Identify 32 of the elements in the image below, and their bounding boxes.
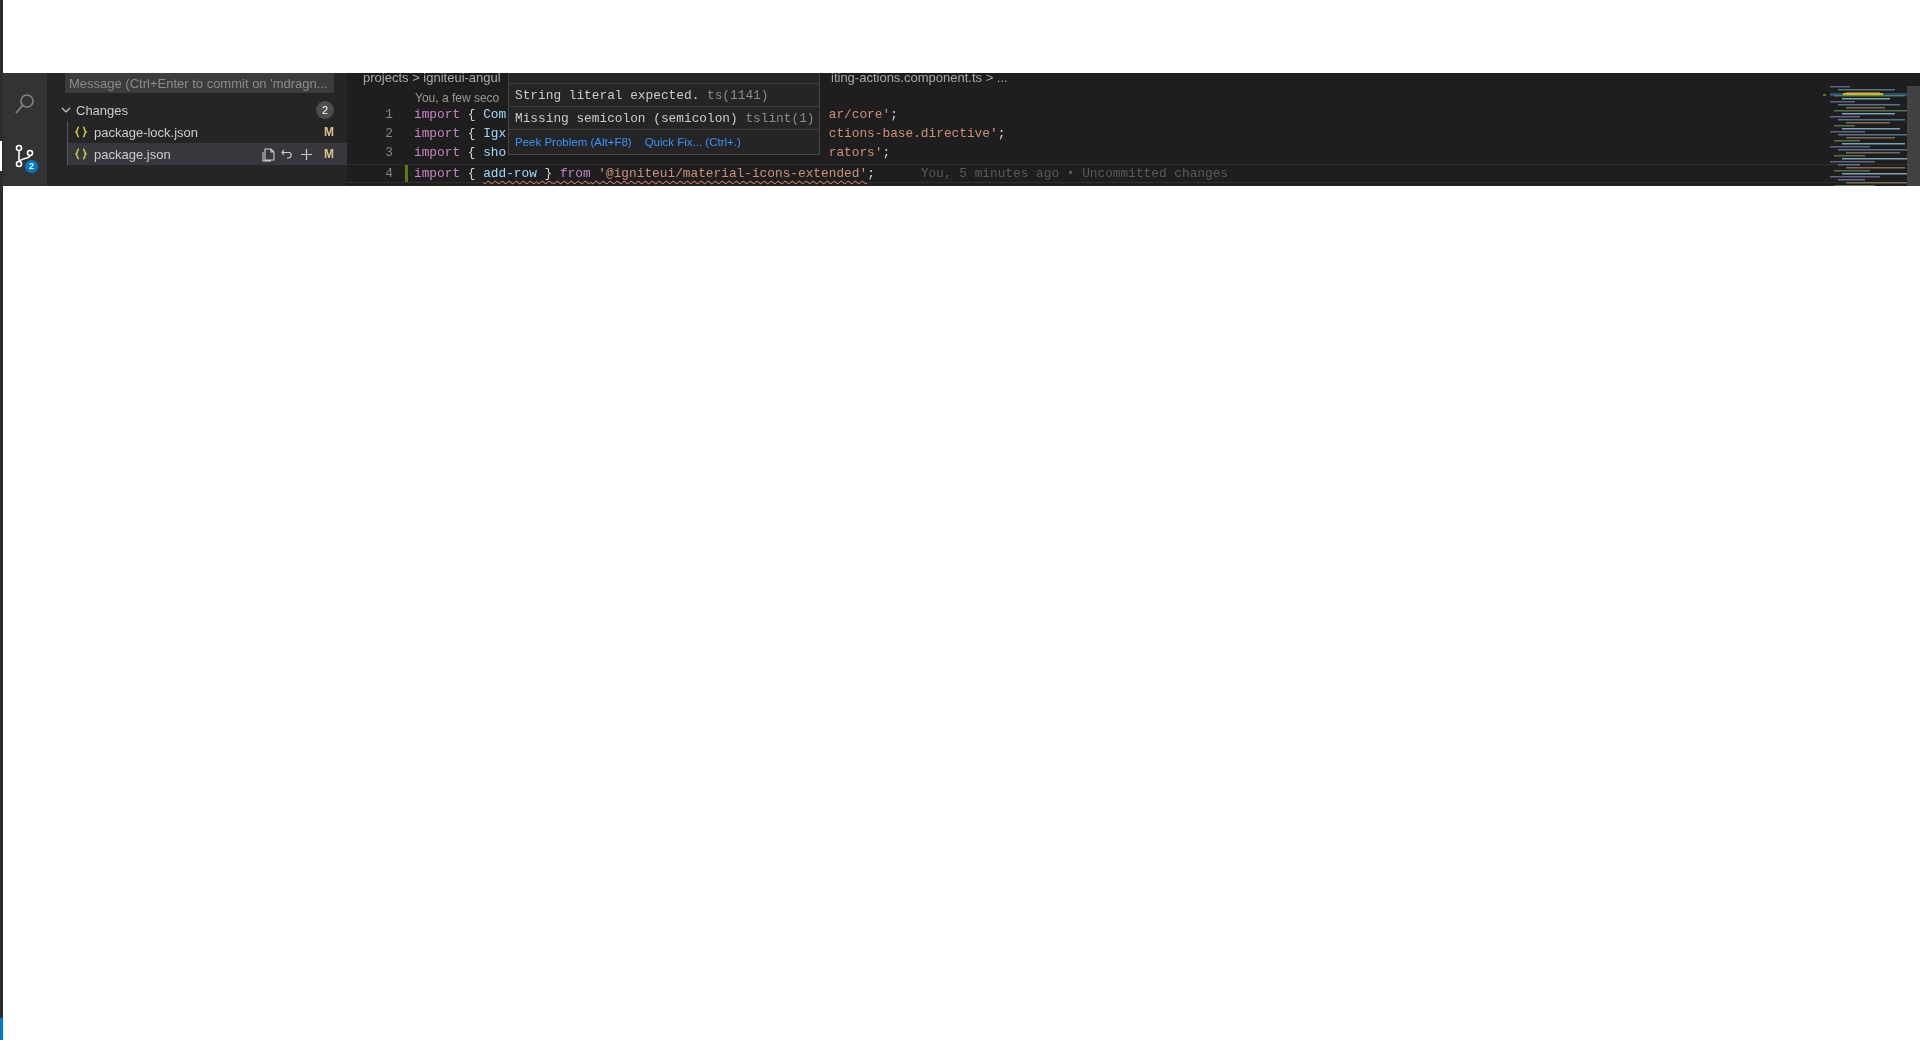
action-link[interactable]: Quick Fix... (Ctrl+.)	[644, 136, 741, 148]
open-file-icon[interactable]	[261, 146, 276, 162]
status-bar-edge	[0, 1018, 3, 1040]
action-link[interactable]: Peek Problem (Alt+F8)	[515, 136, 632, 148]
line-number: 3	[384, 145, 394, 162]
code-line: import { Igx	[414, 126, 507, 143]
section-title[interactable]: Changes	[76, 102, 316, 118]
count-badge: 2	[25, 160, 38, 173]
line-number: 2	[384, 126, 394, 143]
line-number: 1	[384, 107, 394, 124]
code-line: import { sho	[414, 145, 507, 162]
search-icon	[12, 92, 37, 116]
file-name: package.json	[94, 146, 172, 162]
commit-message-field[interactable]: Message (Ctrl+Enter to commit on 'mdragn...	[65, 73, 334, 93]
blame-annotation: You, 5 minutes ago • Uncommitted changes	[920, 165, 1229, 182]
problem-message: String literal expected. ts(1141)	[515, 88, 769, 103]
code-line: import { Com	[414, 107, 507, 124]
count-badge: 2	[316, 101, 334, 119]
json-file-icon	[75, 148, 87, 160]
code-line: ar/core';	[828, 107, 898, 124]
code-line: ctions-base.directive';	[828, 126, 1006, 143]
file-row[interactable]: package.json M	[67, 143, 347, 165]
breadcrumb[interactable]: iting-actions.component.ts > ...	[831, 73, 1008, 90]
line-number: 4	[384, 165, 394, 182]
status-letter: M	[324, 147, 334, 161]
json-file-icon	[75, 126, 87, 138]
code-line: import { add-row } from '@igniteui/material-icons-extended';	[414, 165, 875, 182]
file-name: package-lock.json	[94, 124, 200, 140]
status-letter: M	[324, 125, 334, 139]
code-line: rators';	[828, 145, 891, 162]
problem-message: Missing semicolon (semicolon) tslint(1)	[515, 111, 815, 126]
plus-icon[interactable]	[299, 146, 314, 162]
